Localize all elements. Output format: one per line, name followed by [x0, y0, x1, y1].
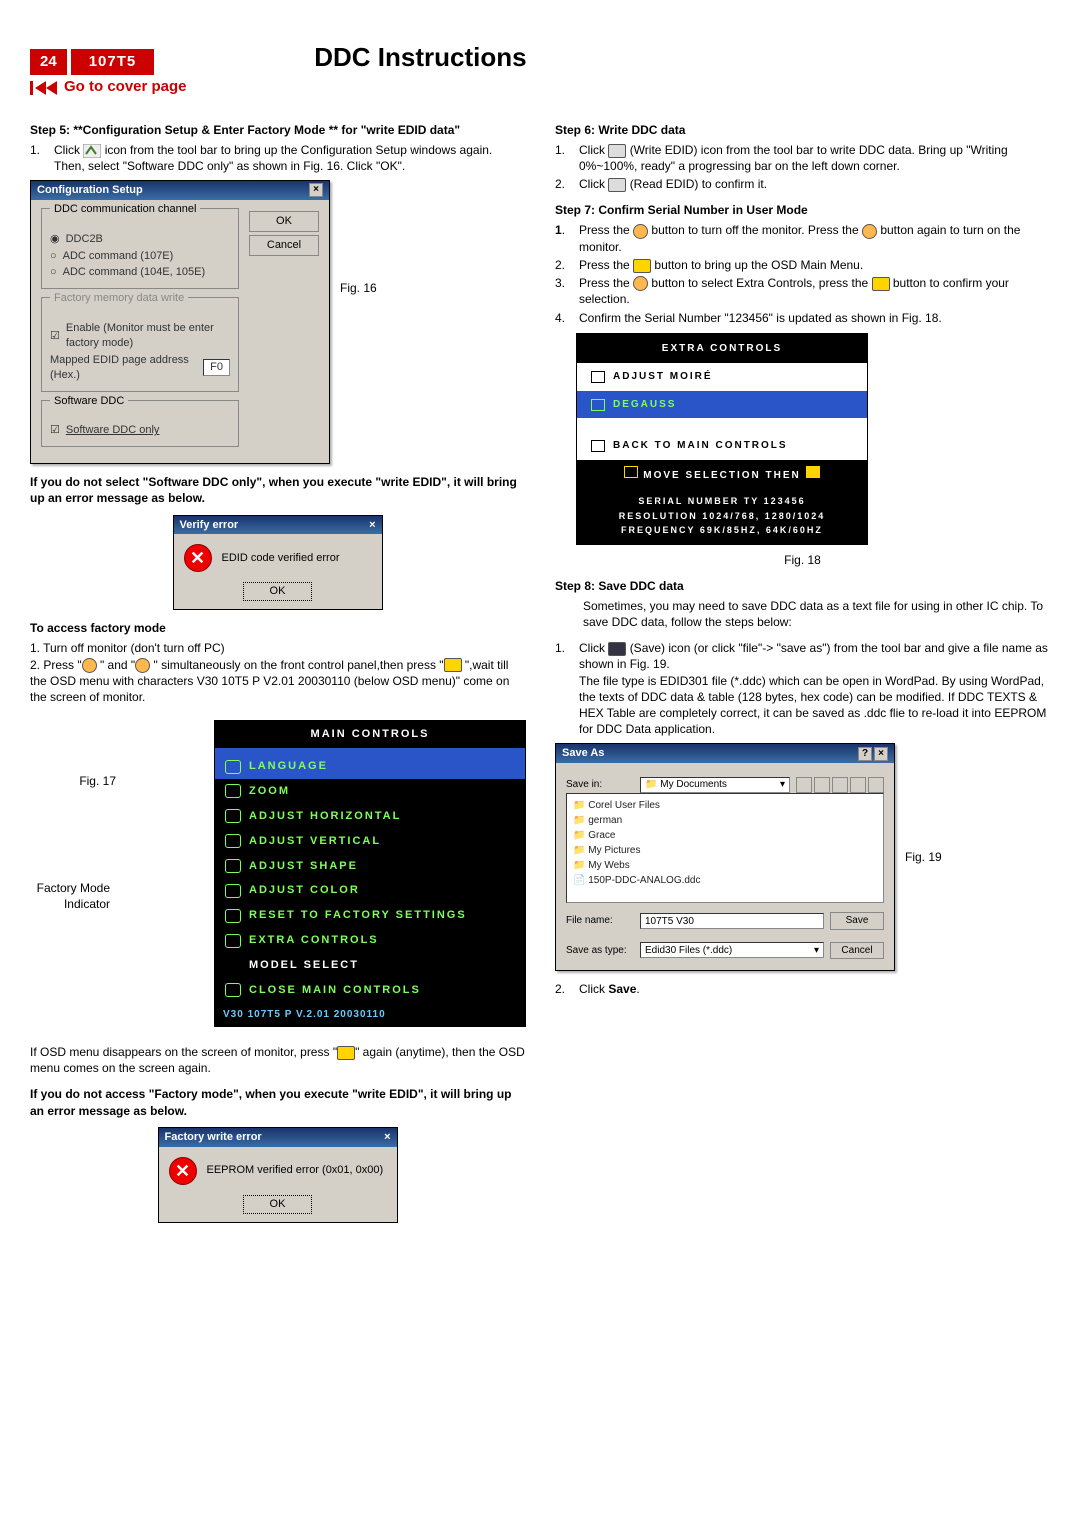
degauss-icon	[591, 399, 605, 411]
back-icon	[591, 440, 605, 452]
radio-ddc2b[interactable]: ◉DDC2B	[50, 232, 230, 247]
warn-factory-mode: If you do not access "Factory mode", whe…	[30, 1086, 525, 1118]
error-icon: ✕	[169, 1157, 197, 1185]
close-icon[interactable]: ×	[369, 518, 375, 533]
ok-button-icon	[633, 259, 651, 273]
radio-adc107e[interactable]: ○ADC command (107E)	[50, 249, 230, 264]
filetype-select[interactable]: Edid30 Files (*.ddc)▾	[640, 942, 824, 958]
radio-adc104e[interactable]: ○ADC command (104E, 105E)	[50, 265, 230, 280]
ok-button-icon	[872, 277, 890, 291]
moire-icon	[591, 371, 605, 383]
read-edid-icon	[608, 178, 626, 192]
save-in-select[interactable]: 📁 My Documents▾	[640, 777, 790, 793]
error-icon: ✕	[184, 544, 212, 572]
factory-write-error-dialog: Factory write error× ✕EEPROM verified er…	[158, 1127, 398, 1223]
page-number-badge: 24	[30, 49, 67, 75]
cover-link-row[interactable]: Go to cover page	[30, 77, 1050, 97]
adjust-color-icon	[225, 884, 241, 898]
close-icon[interactable]: ×	[874, 747, 888, 761]
ok-button-icon	[444, 658, 462, 672]
ok-button[interactable]: OK	[243, 582, 313, 601]
write-edid-icon	[608, 144, 626, 158]
power-button-icon	[135, 658, 150, 673]
step5-title: Step 5: **Configuration Setup & Enter Fa…	[30, 122, 525, 138]
config-dialog-title: Configuration Setup	[37, 183, 143, 198]
check-software-ddc-only[interactable]: ☑Software DDC only	[50, 423, 230, 438]
indicator-label: Indicator	[30, 896, 110, 912]
cancel-button[interactable]: Cancel	[830, 942, 884, 960]
step8-item2: Click Save.	[579, 981, 1050, 997]
ok-button[interactable]: OK	[243, 1195, 313, 1214]
fig18-label: Fig. 18	[555, 552, 1050, 568]
save-as-dialog: Save As ?× Save in: 📁 My Documents▾ 📁 Co…	[555, 743, 895, 971]
left-column: Step 5: **Configuration Setup & Enter Fa…	[30, 112, 525, 1231]
step8-intro: Sometimes, you may need to save DDC data…	[583, 598, 1050, 630]
step5-item1: Click icon from the tool bar to bring up…	[54, 142, 525, 174]
file-list[interactable]: 📁 Corel User Files 📁 german 📁 Grace 📁 My…	[566, 793, 884, 903]
main-controls-osd: MAIN CONTROLS LANGUAGE ZOOM ADJUST HORIZ…	[215, 721, 525, 1026]
fig16-label: Fig. 16	[340, 180, 377, 296]
rewind-icon[interactable]	[30, 79, 58, 96]
right-column: Step 6: Write DDC data 1.Click (Write ED…	[555, 112, 1050, 1231]
verify-error-dialog: Verify error× ✕EDID code verified error …	[173, 515, 383, 611]
save-button[interactable]: Save	[830, 912, 884, 930]
reset-icon	[225, 909, 241, 923]
page-header: 24 107T5 DDC Instructions	[30, 40, 1050, 75]
factory-mode-label: Factory Mode	[30, 880, 110, 896]
cancel-button[interactable]: Cancel	[249, 235, 319, 256]
page-title: DDC Instructions	[314, 40, 526, 75]
close-icon[interactable]: ×	[384, 1130, 390, 1145]
extra-controls-osd: EXTRA CONTROLS ADJUST MOIRÉ DEGAUSS BACK…	[577, 334, 867, 544]
save-icon	[608, 642, 626, 656]
power-button-icon	[862, 224, 877, 239]
help-icon[interactable]: ?	[858, 747, 872, 761]
ok-button-icon	[337, 1046, 355, 1060]
ok-button[interactable]: OK	[249, 211, 319, 232]
power-button-icon	[633, 224, 648, 239]
zoom-icon	[225, 784, 241, 798]
close-icon[interactable]: ×	[309, 183, 323, 197]
config-icon	[83, 144, 101, 158]
plus-button-icon	[633, 276, 648, 291]
extra-icon	[225, 934, 241, 948]
adjust-v-icon	[225, 834, 241, 848]
step8-title: Step 8: Save DDC data	[555, 578, 1050, 594]
adjust-shape-icon	[225, 859, 241, 873]
check-enable-factory[interactable]: ☑Enable (Monitor must be enter factory m…	[50, 321, 230, 351]
step6-title: Step 6: Write DDC data	[555, 122, 1050, 138]
close-controls-icon	[225, 983, 241, 997]
dialog-toolbar-icons[interactable]	[796, 777, 884, 793]
step7-title: Step 7: Confirm Serial Number in User Mo…	[555, 202, 1050, 218]
minus-button-icon	[82, 658, 97, 673]
config-setup-dialog: Configuration Setup× DDC communication c…	[30, 180, 330, 464]
adjust-h-icon	[225, 809, 241, 823]
language-icon	[225, 760, 241, 774]
fig17-label: Fig. 17	[30, 773, 116, 789]
post-osd-note: If OSD menu disappears on the screen of …	[30, 1044, 525, 1076]
cover-link-text[interactable]: Go to cover page	[64, 77, 187, 97]
access-factory-title: To access factory mode	[30, 620, 525, 636]
access-step2: 2. Press " " and " " simultaneously on t…	[30, 657, 525, 706]
warn-software-ddc: If you do not select "Software DDC only"…	[30, 474, 525, 506]
access-step1: 1. Turn off monitor (don't turn off PC)	[30, 640, 525, 656]
filename-input[interactable]: 107T5 V30	[640, 913, 824, 929]
model-badge: 107T5	[71, 49, 155, 75]
fig19-label: Fig. 19	[905, 849, 942, 865]
